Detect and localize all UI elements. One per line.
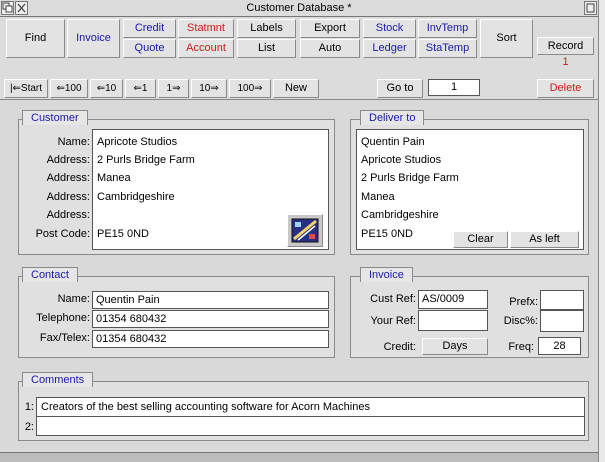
as-left-button[interactable]: As left — [510, 231, 579, 248]
export-button[interactable]: Export — [300, 19, 360, 38]
invoice-heading: Invoice — [360, 267, 413, 282]
quote-button[interactable]: Quote — [123, 39, 176, 58]
contact-label: Telephone: — [36, 312, 90, 324]
contact-heading: Contact — [22, 267, 78, 282]
comment-line-2-field[interactable] — [38, 419, 578, 435]
auto-button[interactable]: Auto — [300, 39, 360, 58]
clear-button[interactable]: Clear — [453, 231, 508, 248]
new-button[interactable]: New — [273, 79, 319, 98]
comments-divider — [36, 416, 585, 417]
deliver-heading: Deliver to — [360, 110, 425, 125]
customer-address-field[interactable]: Cambridgeshire — [94, 189, 284, 205]
customer-label: Address: — [46, 154, 90, 166]
labels-button[interactable]: Labels — [237, 19, 296, 38]
goto-button[interactable]: Go to — [377, 79, 423, 98]
list-button[interactable]: List — [237, 39, 296, 58]
customer-address-field[interactable]: Manea — [94, 170, 284, 186]
credit-label: Credit: — [383, 341, 416, 353]
credit-days-button[interactable]: Days — [422, 338, 488, 355]
customer-label: Address: — [46, 172, 90, 184]
credit-button[interactable]: Credit — [123, 19, 176, 38]
toggle-size-icon[interactable] — [584, 1, 597, 15]
back-icon[interactable] — [1, 1, 14, 15]
comments-heading: Comments — [22, 372, 94, 387]
goto-field[interactable]: 1 — [428, 79, 480, 96]
customer-label: Name: — [57, 136, 90, 148]
vertical-scrollbar[interactable] — [598, 0, 605, 462]
deliver-line[interactable]: Apricote Studios — [358, 152, 578, 168]
statement-template-button[interactable]: StaTemp — [418, 39, 477, 58]
yourref-label: Your Ref: — [370, 315, 416, 327]
nav-fwd-100-button[interactable]: 100⇒ — [229, 79, 271, 98]
fax-field[interactable]: 01354 680432 — [92, 330, 329, 348]
yourref-field[interactable] — [418, 310, 488, 331]
prefix-label: Prefx: — [509, 296, 538, 308]
contact-name-field[interactable]: Quentin Pain — [92, 291, 329, 309]
find-button[interactable]: Find — [6, 19, 65, 58]
nav-back-10-button[interactable]: ⇐10 — [90, 79, 123, 98]
contact-label: Fax/Telex: — [39, 332, 90, 344]
ledger-button[interactable]: Ledger — [363, 39, 416, 58]
customer-label: Post Code: — [35, 228, 90, 240]
paint-palette-icon[interactable] — [287, 214, 323, 247]
horizontal-scrollbar[interactable] — [0, 452, 598, 462]
delete-button[interactable]: Delete — [537, 79, 594, 98]
telephone-field[interactable]: 01354 680432 — [92, 310, 329, 328]
customer-heading: Customer — [22, 110, 88, 125]
nav-start-button[interactable]: |⇐Start — [4, 79, 48, 98]
discount-label: Disc%: — [503, 315, 538, 327]
nav-fwd-1-button[interactable]: 1⇒ — [158, 79, 189, 98]
discount-field[interactable] — [540, 310, 584, 332]
window-title: Customer Database * — [246, 2, 352, 14]
deliver-line[interactable]: 2 Purls Bridge Farm — [358, 170, 578, 186]
custref-label: Cust Ref: — [370, 293, 416, 305]
deliver-line[interactable]: Cambridgeshire — [358, 207, 578, 223]
freq-label: Freq: — [508, 341, 534, 353]
statement-button[interactable]: Statmnt — [178, 19, 234, 38]
comment-line-label: 1: — [24, 401, 34, 413]
comment-line-1-field[interactable]: Creators of the best selling accounting … — [38, 399, 578, 415]
deliver-line[interactable]: Quentin Pain — [358, 134, 578, 150]
record-number: 1 — [562, 56, 569, 68]
deliver-line[interactable]: PE15 0ND — [358, 226, 448, 242]
title-bar[interactable]: Customer Database * — [0, 0, 598, 17]
freq-field[interactable]: 28 — [538, 337, 581, 355]
deliver-line[interactable]: Manea — [358, 189, 578, 205]
record-label: Record — [537, 37, 594, 55]
customer-name-field[interactable]: Apricote Studios — [94, 134, 284, 150]
stock-button[interactable]: Stock — [363, 19, 416, 38]
customer-address-field[interactable]: 2 Purls Bridge Farm — [94, 152, 284, 168]
customer-label: Address: — [46, 191, 90, 203]
account-button[interactable]: Account — [178, 39, 234, 58]
customer-postcode-field[interactable]: PE15 0ND — [94, 226, 284, 242]
prefix-field[interactable] — [540, 290, 584, 310]
customer-label: Address: — [46, 209, 90, 221]
nav-back-100-button[interactable]: ⇐100 — [50, 79, 88, 98]
invoice-template-button[interactable]: InvTemp — [418, 19, 477, 38]
nav-back-1-button[interactable]: ⇐1 — [125, 79, 156, 98]
comment-line-label: 2: — [24, 421, 34, 433]
nav-fwd-10-button[interactable]: 10⇒ — [191, 79, 227, 98]
invoice-button[interactable]: Invoice — [67, 19, 120, 58]
custref-field[interactable]: AS/0009 — [418, 290, 488, 309]
sort-button[interactable]: Sort — [480, 19, 533, 58]
contact-label: Name: — [57, 293, 90, 305]
customer-address-field[interactable] — [94, 207, 284, 223]
close-icon[interactable] — [15, 1, 28, 15]
